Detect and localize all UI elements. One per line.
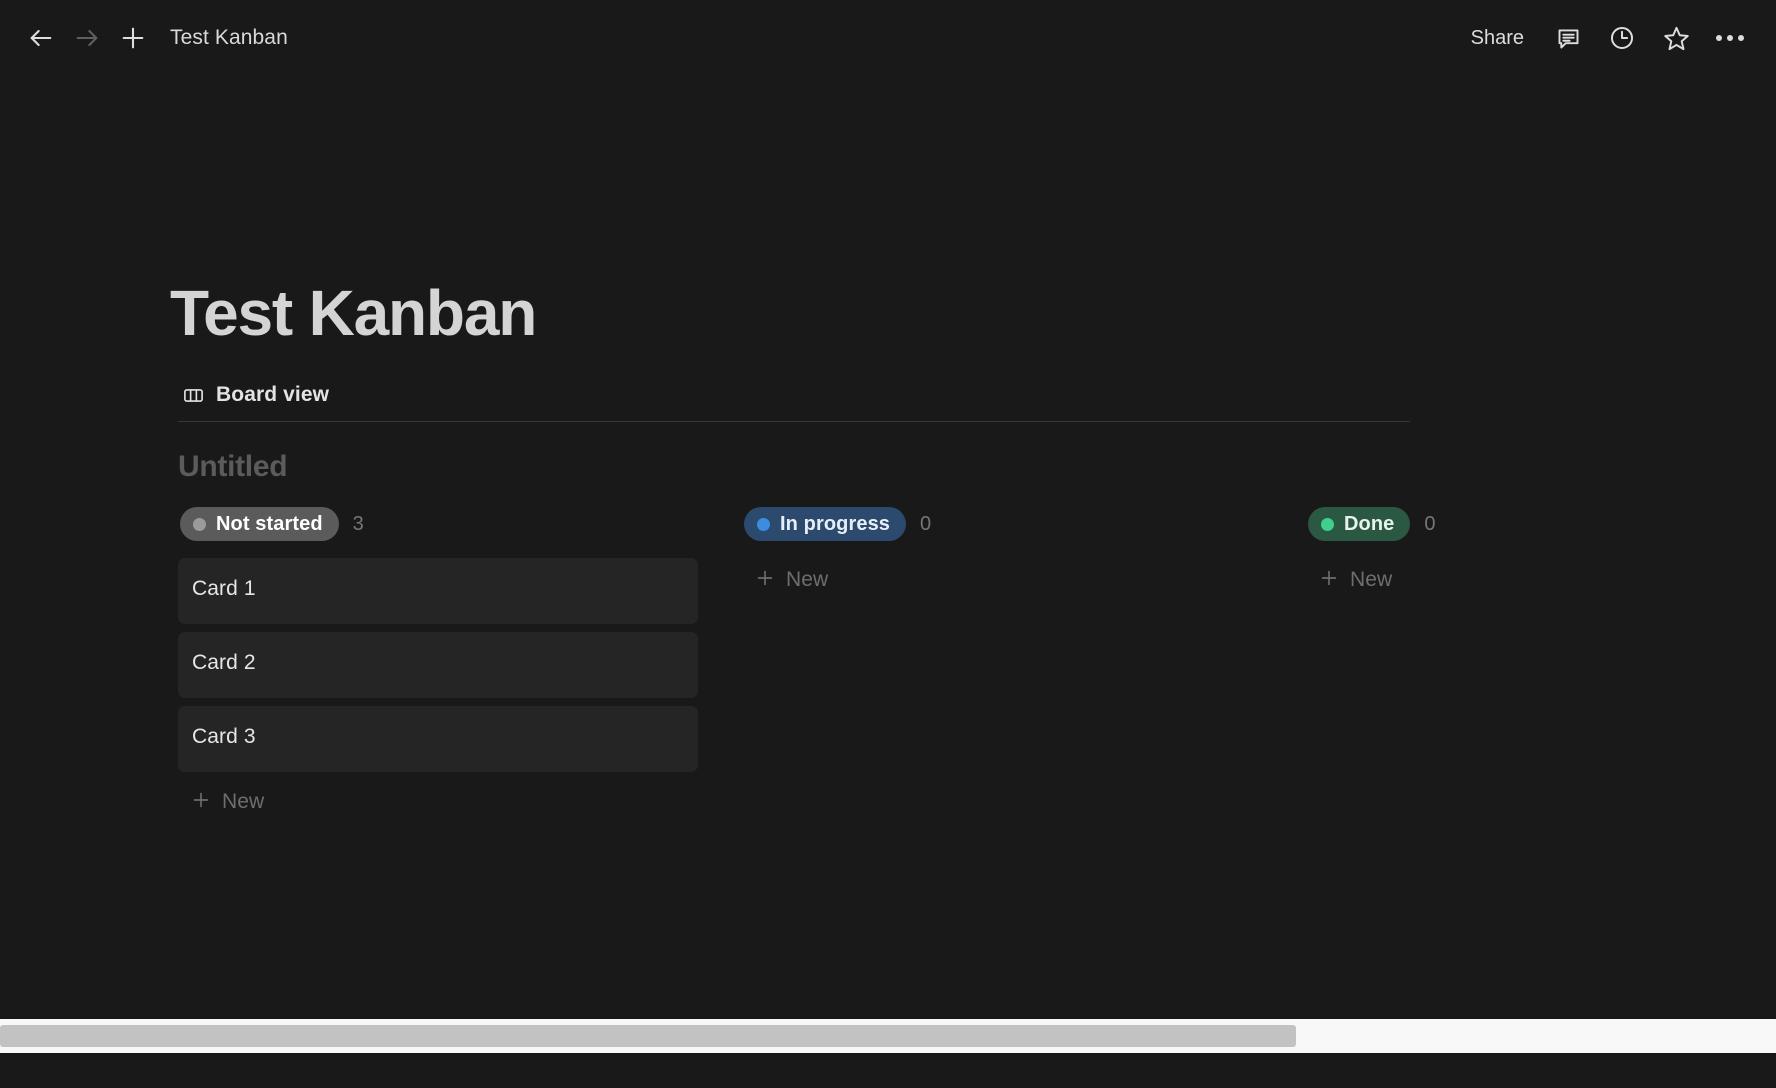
status-dot-icon — [1321, 517, 1334, 531]
star-icon — [1662, 24, 1691, 53]
notion-window: Test Kanban Share Test Kanban Board view… — [0, 0, 1776, 1088]
view-tabs-bar: Board view — [178, 379, 1410, 422]
board-view-icon — [182, 384, 205, 407]
plus-icon — [190, 789, 212, 816]
board-column-in-progress: In progress 0 New — [742, 506, 1262, 824]
plus-icon — [119, 24, 147, 52]
status-badge-label: Not started — [216, 512, 323, 535]
board-card[interactable]: Card 1 — [178, 558, 698, 624]
top-bar: Test Kanban Share — [0, 0, 1776, 76]
new-card-button[interactable]: New — [1306, 558, 1402, 602]
new-card-label: New — [222, 790, 265, 813]
new-card-label: New — [1350, 568, 1393, 591]
column-header: Not started 3 — [178, 506, 698, 542]
bottom-strip — [0, 1053, 1776, 1088]
status-badge-label: In progress — [780, 512, 891, 535]
plus-icon — [1318, 567, 1340, 594]
comment-icon — [1555, 25, 1582, 52]
column-count: 3 — [352, 512, 364, 535]
new-card-button[interactable]: New — [178, 780, 274, 824]
board-card[interactable]: Card 3 — [178, 706, 698, 772]
horizontal-scrollbar-thumb[interactable] — [0, 1025, 1297, 1047]
more-horizontal-icon — [1716, 35, 1744, 41]
breadcrumb-title[interactable]: Test Kanban — [170, 26, 288, 50]
card-title: Card 1 — [192, 577, 256, 600]
status-badge[interactable]: In progress — [744, 507, 907, 541]
column-header: Done 0 — [1306, 506, 1776, 542]
arrow-left-icon — [27, 24, 55, 52]
back-button[interactable] — [18, 15, 64, 61]
top-bar-left-group: Test Kanban — [18, 15, 288, 61]
board-group-title[interactable]: Untitled — [178, 450, 1776, 484]
page-content: Test Kanban Board view Untitled Not star… — [0, 76, 1776, 1088]
board-column-not-started: Not started 3 Card 1 Card 2 Card 3 New — [178, 506, 698, 824]
kanban-board: Not started 3 Card 1 Card 2 Card 3 New I… — [178, 506, 1776, 824]
new-page-button[interactable] — [110, 15, 156, 61]
status-badge-label: Done — [1344, 512, 1395, 535]
page-title[interactable]: Test Kanban — [170, 281, 1776, 345]
forward-button[interactable] — [64, 15, 110, 61]
favorite-button[interactable] — [1652, 14, 1700, 62]
tab-board-view-label: Board view — [216, 383, 330, 406]
column-count: 0 — [920, 512, 932, 535]
card-title: Card 3 — [192, 725, 256, 748]
column-count: 0 — [1424, 512, 1436, 535]
status-badge[interactable]: Not started — [180, 507, 339, 541]
share-button[interactable]: Share — [1457, 19, 1538, 58]
top-bar-right-group: Share — [1457, 14, 1754, 62]
tab-board-view[interactable]: Board view — [178, 379, 335, 411]
arrow-right-icon — [73, 24, 101, 52]
card-title: Card 2 — [192, 651, 256, 674]
status-dot-icon — [193, 517, 206, 531]
card-list: Card 1 Card 2 Card 3 — [178, 558, 698, 772]
board-card[interactable]: Card 2 — [178, 632, 698, 698]
horizontal-scrollbar-track[interactable] — [0, 1019, 1776, 1053]
clock-history-icon — [1608, 24, 1636, 52]
board-column-done: Done 0 New — [1306, 506, 1776, 824]
column-header: In progress 0 — [742, 506, 1262, 542]
status-dot-icon — [757, 517, 770, 531]
new-card-button[interactable]: New — [742, 558, 838, 602]
history-button[interactable] — [1598, 14, 1646, 62]
comments-button[interactable] — [1544, 14, 1592, 62]
new-card-label: New — [786, 568, 829, 591]
plus-icon — [754, 567, 776, 594]
more-options-button[interactable] — [1706, 14, 1754, 62]
status-badge[interactable]: Done — [1308, 507, 1411, 541]
